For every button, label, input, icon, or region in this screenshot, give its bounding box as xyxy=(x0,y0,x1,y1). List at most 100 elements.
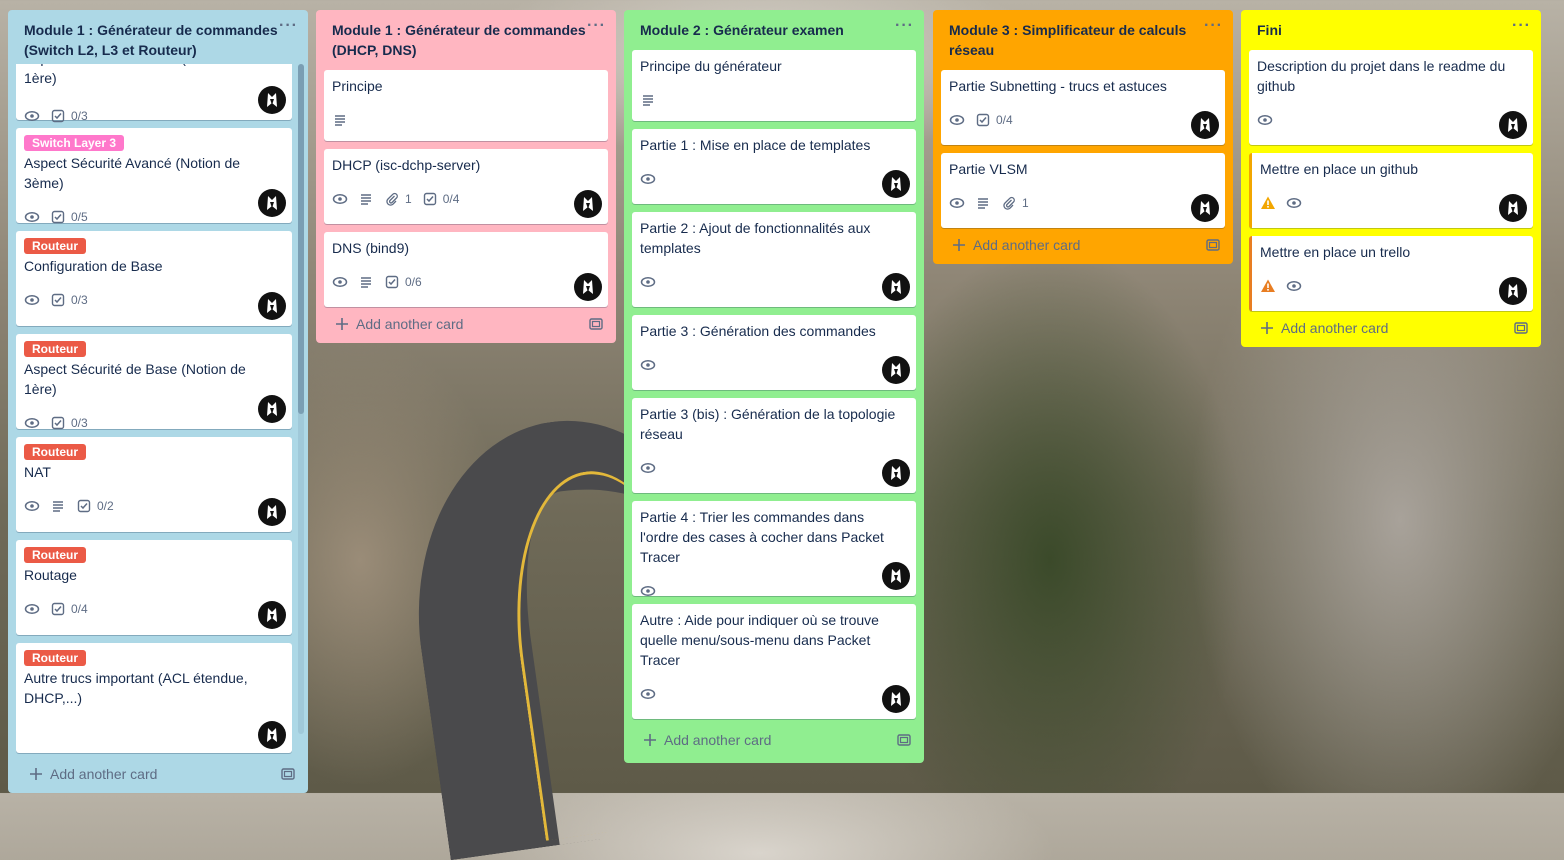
list-menu-button[interactable]: ··· xyxy=(895,18,914,34)
card[interactable]: Autre : Aide pour indiquer où se trouve … xyxy=(632,604,916,719)
card[interactable]: Aspect Sécurité de Base (Notion de 1ère)… xyxy=(16,64,292,123)
card[interactable]: DNS (bind9) 0/6 xyxy=(324,232,608,307)
member-avatar[interactable] xyxy=(882,685,910,713)
member-avatar[interactable] xyxy=(258,395,286,423)
card-label-routeur: Routeur xyxy=(24,238,86,254)
card[interactable]: Mettre en place un trello xyxy=(1249,236,1533,311)
add-card-button[interactable]: Add another card xyxy=(8,757,308,793)
card[interactable]: Principe xyxy=(324,70,608,141)
list-module1-dhcp-dns: Module 1 : Générateur de commandes (DHCP… xyxy=(316,10,616,343)
card-badges: 0/5 xyxy=(24,205,284,229)
list-header: Fini ··· xyxy=(1241,10,1541,46)
card[interactable]: Routeur NAT 0/2 xyxy=(16,437,292,532)
member-avatar[interactable] xyxy=(882,562,910,590)
card-label-routeur: Routeur xyxy=(24,650,86,666)
eye-icon xyxy=(640,583,656,599)
card-title: Partie 3 : Génération des commandes xyxy=(640,323,876,339)
card[interactable]: Partie 1 : Mise en place de templates xyxy=(632,129,916,204)
list-title[interactable]: Module 1 : Générateur de commandes (Swit… xyxy=(24,20,279,60)
card[interactable]: Principe du générateur xyxy=(632,50,916,121)
member-avatar[interactable] xyxy=(574,273,602,301)
card[interactable]: Routeur Configuration de Base 0/3 xyxy=(16,231,292,326)
list-title[interactable]: Module 2 : Générateur examen xyxy=(640,20,844,40)
eye-icon xyxy=(1286,195,1302,211)
add-card-label: Add another card xyxy=(50,766,158,782)
scrollbar-thumb[interactable] xyxy=(298,64,304,414)
checklist-count: 0/2 xyxy=(97,499,114,513)
card[interactable]: Partie 3 (bis) : Génération de la topolo… xyxy=(632,398,916,493)
template-icon[interactable] xyxy=(1513,320,1529,336)
template-icon[interactable] xyxy=(280,766,296,782)
checkbox-icon xyxy=(50,108,66,124)
card-title: Principe du générateur xyxy=(640,58,782,74)
add-card-button[interactable]: Add another card xyxy=(933,228,1233,264)
member-avatar[interactable] xyxy=(882,356,910,384)
eye-icon xyxy=(24,108,40,124)
card[interactable]: DHCP (isc-dchp-server) 1 0/4 xyxy=(324,149,608,224)
card[interactable]: Routeur Routage 0/4 xyxy=(16,540,292,635)
checkbox-icon xyxy=(422,191,438,207)
card[interactable]: Routeur Autre trucs important (ACL étend… xyxy=(16,643,292,753)
card[interactable]: Partie 2 : Ajout de fonctionnalités aux … xyxy=(632,212,916,307)
card-title: Configuration de Base xyxy=(24,258,163,274)
member-avatar[interactable] xyxy=(258,292,286,320)
eye-icon xyxy=(949,112,965,128)
member-avatar[interactable] xyxy=(258,498,286,526)
checklist-count: 0/3 xyxy=(71,293,88,307)
list-title[interactable]: Fini xyxy=(1257,20,1282,40)
add-card-button[interactable]: Add another card xyxy=(316,307,616,343)
member-avatar[interactable] xyxy=(882,273,910,301)
plus-icon xyxy=(1259,320,1275,336)
member-avatar[interactable] xyxy=(1499,277,1527,305)
template-icon[interactable] xyxy=(588,316,604,332)
description-icon xyxy=(332,112,348,128)
list-menu-button[interactable]: ··· xyxy=(1512,18,1531,34)
add-card-button[interactable]: Add another card xyxy=(624,719,924,763)
member-avatar[interactable] xyxy=(258,86,286,114)
member-avatar[interactable] xyxy=(258,601,286,629)
description-icon xyxy=(640,92,656,108)
card[interactable]: Partie 4 : Trier les commandes dans l'or… xyxy=(632,501,916,596)
description-icon xyxy=(358,274,374,290)
checklist-badge: 0/4 xyxy=(975,112,1013,128)
list-menu-button[interactable]: ··· xyxy=(587,18,606,34)
member-avatar[interactable] xyxy=(1499,111,1527,139)
template-icon[interactable] xyxy=(1205,237,1221,253)
member-avatar[interactable] xyxy=(258,189,286,217)
list-title[interactable]: Module 1 : Générateur de commandes (DHCP… xyxy=(332,20,587,60)
card-badges xyxy=(332,108,600,132)
card-title: Mettre en place un trello xyxy=(1260,244,1411,260)
member-avatar[interactable] xyxy=(882,170,910,198)
add-card-button[interactable]: Add another card xyxy=(1241,311,1541,347)
card[interactable]: Mettre en place un github xyxy=(1249,153,1533,228)
card[interactable]: Switch Layer 3 Aspect Sécurité Avancé (N… xyxy=(16,128,292,224)
card-title: Autre trucs important (ACL étendue, DHCP… xyxy=(24,670,248,706)
card[interactable]: Partie Subnetting - trucs et astuces 0/4 xyxy=(941,70,1225,145)
card-title: Autre : Aide pour indiquer où se trouve … xyxy=(640,612,879,668)
card[interactable]: Description du projet dans le readme du … xyxy=(1249,50,1533,145)
member-avatar[interactable] xyxy=(258,721,286,749)
checkbox-icon xyxy=(50,601,66,617)
template-icon[interactable] xyxy=(896,732,912,748)
member-avatar[interactable] xyxy=(1191,194,1219,222)
eye-icon xyxy=(640,171,656,187)
list-fini: Fini ··· Description du projet dans le r… xyxy=(1241,10,1541,347)
list-title[interactable]: Module 3 : Simplificateur de calculs rés… xyxy=(949,20,1204,60)
checklist-badge: 0/4 xyxy=(50,601,88,617)
list-menu-button[interactable]: ··· xyxy=(1204,18,1223,34)
card[interactable]: Partie 3 : Génération des commandes xyxy=(632,315,916,390)
checklist-count: 0/5 xyxy=(71,210,88,224)
member-avatar[interactable] xyxy=(1191,111,1219,139)
card[interactable]: Routeur Aspect Sécurité de Base (Notion … xyxy=(16,334,292,430)
card-badges xyxy=(1257,108,1525,132)
member-avatar[interactable] xyxy=(882,459,910,487)
member-avatar[interactable] xyxy=(574,190,602,218)
eye-icon xyxy=(640,460,656,476)
paperclip-icon xyxy=(384,191,400,207)
card-label-routeur: Routeur xyxy=(24,444,86,460)
list-menu-button[interactable]: ··· xyxy=(279,18,298,34)
card-badges: 0/3 xyxy=(24,411,284,435)
card[interactable]: Partie VLSM 1 xyxy=(941,153,1225,228)
list-scrollbar[interactable] xyxy=(298,64,304,734)
member-avatar[interactable] xyxy=(1499,194,1527,222)
